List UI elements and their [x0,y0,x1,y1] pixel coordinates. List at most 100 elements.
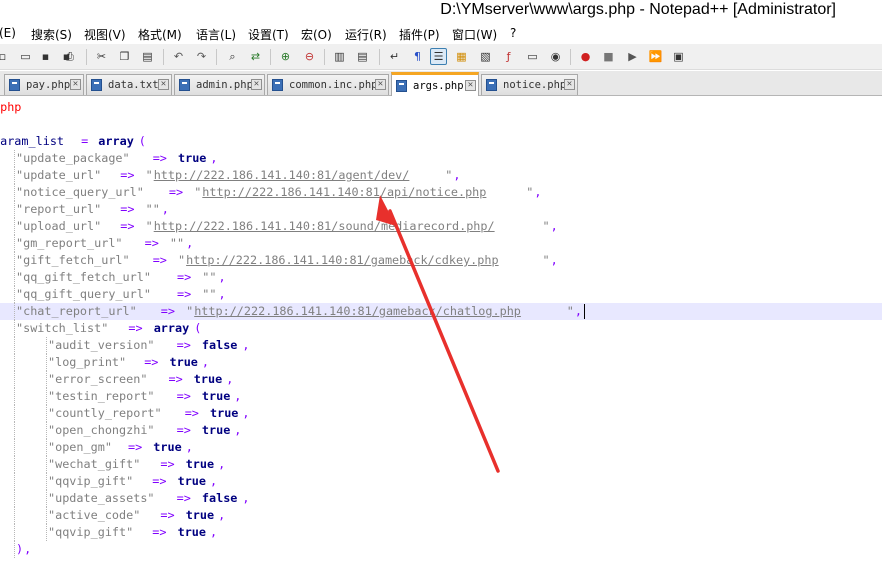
boolean-value: true [177,474,207,488]
indent-guide [14,201,15,218]
zoom-in-icon[interactable]: ⊕ [277,48,294,65]
code-line[interactable]: param_list = array ( [0,133,882,150]
redo-icon[interactable]: ↷ [193,48,210,65]
array-key: "error_screen" [48,372,148,386]
menu-view[interactable]: 视图(V) [84,26,126,43]
code-line[interactable]: "gm_report_url" => "", [0,235,882,252]
sync-horizontal-icon[interactable]: ▤ [354,48,371,65]
indent-guide [14,269,15,286]
undo-icon[interactable]: ↶ [170,48,187,65]
menu-search[interactable]: 搜索(S) [31,26,72,43]
tab-close-icon[interactable]: ✕ [70,79,81,90]
code-line[interactable]: "switch_list" => array ( [0,320,882,337]
open-file-icon[interactable]: ▭ [17,48,34,65]
quote: " [145,168,153,182]
boolean-value: false [201,491,238,505]
code-line[interactable]: "audit_version" => false, [0,337,882,354]
array-key: "switch_list" [16,321,109,335]
indent-guide-icon[interactable]: ☰ [430,48,447,65]
arrow-operator: => [153,457,182,471]
tab-close-icon[interactable]: ✕ [158,79,169,90]
print-icon[interactable]: ⎙ [61,48,78,65]
monitoring-icon[interactable]: ◉ [547,48,564,65]
tab-common-inc-php[interactable]: common.inc.php ✕ [267,74,389,95]
menu-help[interactable]: ? [510,26,516,40]
record-macro-icon[interactable]: ● [577,48,594,65]
code-line[interactable]: "qq_gift_query_url" => "", [0,286,882,303]
title-bar: D:\YMserver\www\args.php - Notepad++ [Ad… [0,0,882,24]
menu-window[interactable]: 窗口(W) [452,26,497,43]
tab-close-icon[interactable]: ✕ [251,79,262,90]
code-line[interactable]: "wechat_gift" => true, [0,456,882,473]
code-line[interactable]: "upload_url" => " http://222.186.141.140:… [0,218,882,235]
tab-close-icon[interactable]: ✕ [465,80,476,91]
replace-icon[interactable]: ⇄ [247,48,264,65]
code-line[interactable]: "update_package" => true, [0,150,882,167]
code-line[interactable]: ?php [0,99,882,116]
stop-record-icon[interactable]: ■ [600,48,617,65]
code-line[interactable]: "notice_query_url" => " http://222.186.14… [0,184,882,201]
sync-vertical-icon[interactable]: ▥ [331,48,348,65]
save-icon[interactable]: ▪ [37,48,54,65]
url-value: http://222.186.141.140:81/api/notice.php [202,185,487,199]
menu-edit[interactable]: (E) [0,26,16,40]
tab-pay-php[interactable]: pay.php ✕ [4,74,84,95]
code-line[interactable]: ), [0,541,882,558]
code-line[interactable]: "chat_report_url" => " http://222.186.141… [0,303,882,320]
menu-format[interactable]: 格式(M) [138,26,182,43]
code-line[interactable]: "testin_report" => true, [0,388,882,405]
show-all-chars-icon[interactable]: ¶ [409,48,426,65]
code-line[interactable]: "update_assets" => false, [0,490,882,507]
code-line[interactable]: "open_chongzhi" => true, [0,422,882,439]
menu-language[interactable]: 语言(L) [196,26,236,43]
tab-close-icon[interactable]: ✕ [375,79,386,90]
paste-icon[interactable]: ▤ [139,48,156,65]
arrow-operator: => [177,406,207,420]
code-line[interactable]: "qqvip_gift" => true, [0,473,882,490]
find-icon[interactable]: ⌕ [224,48,241,65]
code-line[interactable]: "log_print" => true, [0,354,882,371]
array-key: "chat_report_url" [16,304,137,318]
tab-data-txt[interactable]: data.txt ✕ [86,74,172,95]
folder-workspace-icon[interactable]: ▭ [524,48,541,65]
new-file-icon[interactable]: ▫ [0,48,11,65]
word-wrap-icon[interactable]: ↵ [386,48,403,65]
array-key: "update_url" [16,168,102,182]
function-list-icon[interactable]: ƒ [500,48,517,65]
zoom-out-icon[interactable]: ⊖ [301,48,318,65]
tab-args-php[interactable]: args.php ✕ [391,72,479,96]
menu-run[interactable]: 运行(R) [345,26,387,43]
tab-admin-php[interactable]: admin.php ✕ [174,74,265,95]
code-line[interactable]: "qqvip_gift" => true, [0,524,882,541]
arrow-operator: => [137,355,166,369]
menu-plugins[interactable]: 插件(P) [399,26,440,43]
save-macro-icon[interactable]: ▣ [670,48,687,65]
code-line[interactable]: "active_code" => true, [0,507,882,524]
code-line[interactable]: "qq_gift_fetch_url" => "", [0,269,882,286]
code-line[interactable]: "countly_report" => true, [0,405,882,422]
array-key: "qqvip_gift" [48,474,134,488]
comma: , [226,372,234,386]
playback-macro-icon[interactable]: ▶ [624,48,641,65]
code-line[interactable]: "report_url" => "", [0,201,882,218]
code-line[interactable]: "update_url" => " http://222.186.141.140:… [0,167,882,184]
cut-icon[interactable]: ✂ [93,48,110,65]
code-line[interactable]: "gift_fetch_url" => " http://222.186.141.… [0,252,882,269]
code-editor[interactable]: ?php param_list = array ("update_package" … [0,97,882,571]
code-line[interactable]: "open_gm" => true, [0,439,882,456]
tab-label: admin.php [196,79,253,91]
user-defined-language-icon[interactable]: ▦ [453,48,470,65]
run-macro-multiple-icon[interactable]: ⏩ [647,48,664,65]
arrow-operator: => [161,372,190,386]
tab-notice-php[interactable]: notice.php ✕ [481,74,578,95]
menu-settings[interactable]: 设置(T) [248,26,289,43]
tab-close-icon[interactable]: ✕ [564,79,575,90]
paren: ) [16,542,24,556]
code-line[interactable] [0,116,882,133]
copy-icon[interactable]: ❐ [116,48,133,65]
code-line[interactable]: "error_screen" => true, [0,371,882,388]
indent-guide [14,490,15,507]
document-map-icon[interactable]: ▧ [477,48,494,65]
indent-guide [14,541,15,558]
menu-macro[interactable]: 宏(O) [301,26,332,43]
